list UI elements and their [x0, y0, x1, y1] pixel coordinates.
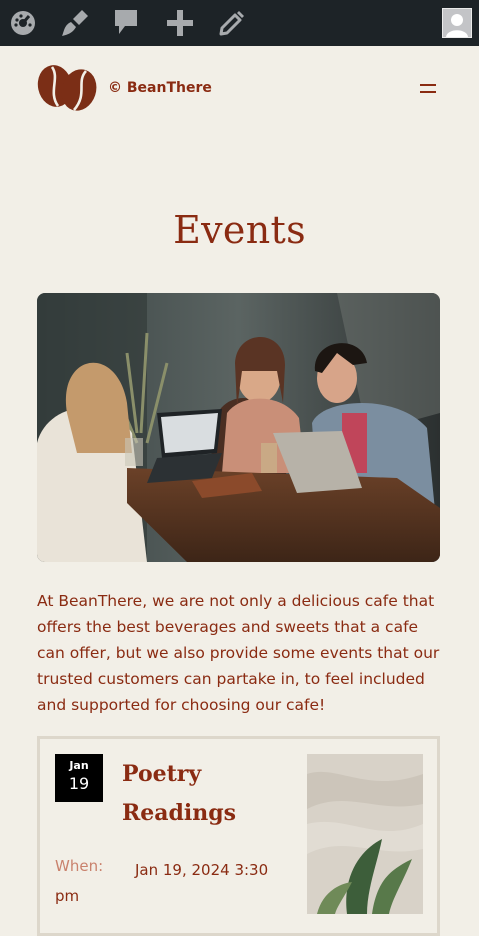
admin-bar	[0, 0, 479, 46]
comments-icon[interactable]	[111, 8, 141, 38]
event-date-badge: Jan 19	[55, 754, 103, 802]
event-when-value: Jan 19, 2024 3:30 pm	[55, 861, 269, 905]
user-avatar-icon[interactable]	[442, 8, 472, 38]
customize-brush-icon[interactable]	[60, 8, 90, 38]
event-title[interactable]: Poetry Readings	[122, 755, 282, 833]
page-title: Events	[173, 208, 306, 252]
dashboard-icon[interactable]	[8, 8, 38, 38]
intro-text: At BeanThere, we are not only a deliciou…	[37, 592, 440, 714]
coffee-beans-logo[interactable]	[36, 64, 98, 112]
site-header: © BeanThere	[0, 46, 479, 132]
edit-icon[interactable]	[216, 8, 246, 38]
new-content-icon[interactable]	[165, 8, 195, 38]
event-day: 19	[68, 774, 90, 793]
event-card[interactable]: Jan 19 Poetry Readings When: Jan 19, 202…	[37, 736, 440, 936]
friends-with-laptops-in-cafe-photo	[37, 293, 440, 562]
hamburger-menu-icon[interactable]	[414, 80, 442, 100]
plant-leaves-photo[interactable]	[307, 754, 423, 914]
site-title[interactable]: © BeanThere	[108, 80, 212, 96]
event-month: Jan	[69, 759, 89, 772]
